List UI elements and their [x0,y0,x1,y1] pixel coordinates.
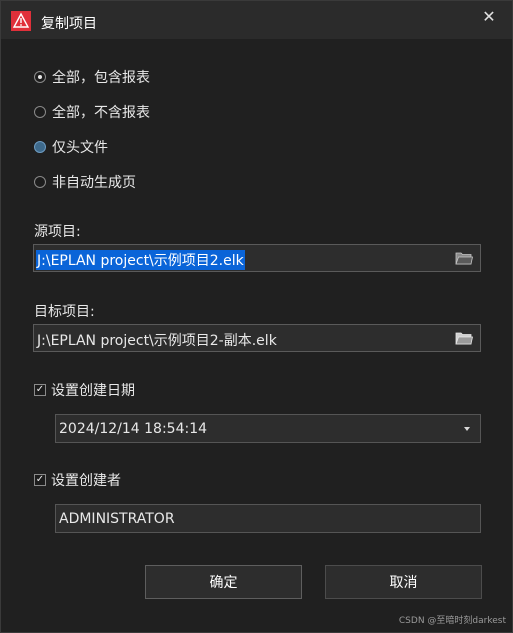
folder-icon[interactable] [455,251,473,265]
eplan-app-icon [11,11,31,31]
ok-button[interactable]: 确定 [145,565,302,599]
option-header-only[interactable]: 仅头文件 [34,137,108,157]
creator-checkbox[interactable]: ✓ [34,474,46,486]
source-project-value[interactable]: J:\EPLAN project\示例项目2.elk [36,250,245,270]
option-label: 全部，包含报表 [52,70,150,86]
creator-input[interactable]: ADMINISTRATOR [55,504,481,533]
option-all-without-reports[interactable]: 全部，不含报表 [34,102,150,122]
cancel-button[interactable]: 取消 [325,565,482,599]
set-creator-option[interactable]: ✓ 设置创建者 [34,470,121,490]
copy-project-dialog: 复制项目 ✕ 全部，包含报表 全部，不含报表 仅头文件 非自动生成页 源项目: … [0,0,513,633]
radio-button[interactable] [34,141,46,153]
source-project-label: 源项目: [34,224,81,240]
close-button[interactable]: ✕ [466,1,512,31]
radio-button[interactable] [34,106,46,118]
close-icon: ✕ [482,6,496,26]
creation-date-value[interactable]: 2024/12/14 18:54:14 [59,421,207,437]
creation-date-checkbox[interactable]: ✓ [34,384,46,396]
source-project-field[interactable]: J:\EPLAN project\示例项目2.elk [33,244,481,272]
title-bar: 复制项目 ✕ [1,1,512,39]
target-project-label: 目标项目: [34,304,95,320]
radio-button[interactable] [34,71,46,83]
folder-icon[interactable] [455,331,473,345]
target-project-field[interactable]: J:\EPLAN project\示例项目2-副本.elk [33,324,481,352]
chevron-down-icon[interactable] [464,427,470,431]
radio-button[interactable] [34,176,46,188]
dialog-title: 复制项目 [41,16,97,32]
option-all-with-reports[interactable]: 全部，包含报表 [34,67,150,87]
option-label: 全部，不含报表 [52,105,150,121]
set-creation-date-option[interactable]: ✓ 设置创建日期 [34,380,135,400]
option-label: 仅头文件 [52,140,108,156]
creator-value[interactable]: ADMINISTRATOR [59,511,175,527]
creation-date-picker[interactable]: 2024/12/14 18:54:14 [55,414,481,443]
option-label: 非自动生成页 [52,175,136,191]
watermark: CSDN @至暗时刻darkest [398,616,506,626]
option-non-auto-pages[interactable]: 非自动生成页 [34,172,136,192]
target-project-value[interactable]: J:\EPLAN project\示例项目2-副本.elk [37,330,277,350]
creator-label: 设置创建者 [51,473,121,489]
creation-date-label: 设置创建日期 [51,383,135,399]
